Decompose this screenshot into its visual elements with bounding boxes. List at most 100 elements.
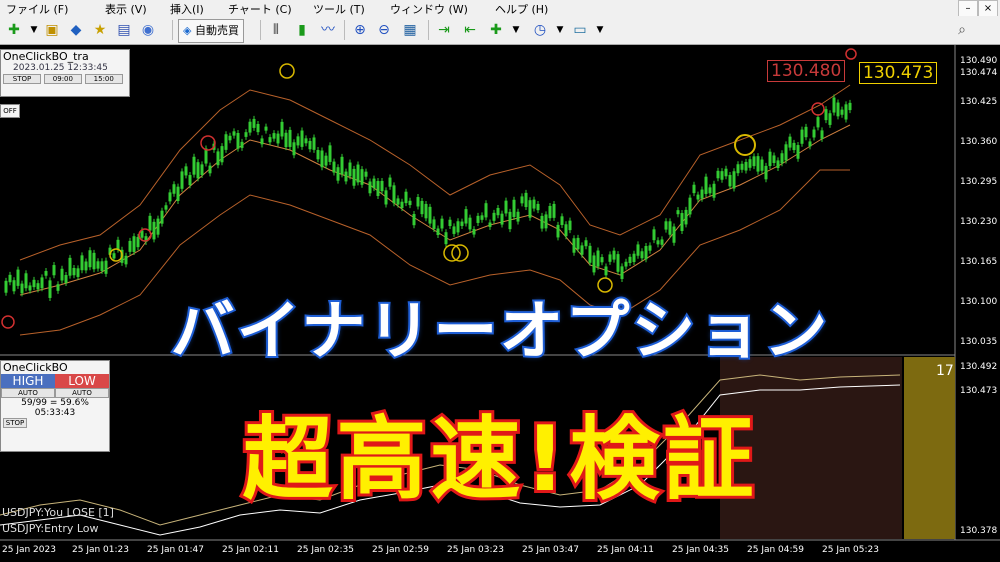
dropdown-arrow-icon[interactable]: ▼ xyxy=(506,20,526,40)
toolbar-separator xyxy=(260,20,261,40)
menu-view[interactable]: 表示 (V) xyxy=(105,1,147,17)
candle-body xyxy=(804,126,808,138)
candle-body xyxy=(436,228,440,236)
line-chart-icon[interactable]: 〰 xyxy=(318,20,338,40)
candle-body xyxy=(716,170,720,179)
menu-help[interactable]: ヘルプ (H) xyxy=(495,1,548,17)
menu-chart[interactable]: チャート (C) xyxy=(228,1,292,17)
candle-body xyxy=(624,261,628,267)
candle-body xyxy=(196,162,200,179)
indicators-icon[interactable]: ✚ xyxy=(486,20,506,40)
chart-shift-icon[interactable]: ⇤ xyxy=(460,20,480,40)
candle-body xyxy=(372,178,376,189)
candle-body xyxy=(832,97,836,113)
candle-body xyxy=(504,200,508,214)
candle-body xyxy=(576,237,580,250)
dropdown-arrow-icon[interactable]: ▼ xyxy=(590,20,610,40)
tile-windows-icon[interactable]: ▦ xyxy=(400,20,420,40)
candle-body xyxy=(536,203,540,211)
minimize-icon[interactable]: – xyxy=(958,0,978,17)
candle-body xyxy=(764,165,768,180)
autoscroll-icon[interactable]: ⇥ xyxy=(434,20,454,40)
menu-insert[interactable]: 挿入(I) xyxy=(170,1,204,17)
candle-body xyxy=(644,246,648,260)
candle-body xyxy=(416,197,420,207)
periods-clock-icon[interactable]: ◷ xyxy=(530,20,550,40)
candle-body xyxy=(44,271,48,276)
favorites-icon[interactable]: ★ xyxy=(90,20,110,40)
candle-body xyxy=(340,156,344,175)
candle-body xyxy=(296,136,300,146)
candle-body xyxy=(420,200,424,215)
candle-body xyxy=(692,184,696,194)
end-time-button[interactable]: 15:00 xyxy=(84,74,123,84)
candle-body xyxy=(348,162,352,177)
candle-body xyxy=(696,194,700,200)
candle-body xyxy=(232,131,236,136)
candle-body xyxy=(792,142,796,151)
strategy-tester-icon[interactable]: ◉ xyxy=(138,20,158,40)
candle-body xyxy=(76,268,80,277)
off-toggle[interactable]: OFF xyxy=(0,104,20,118)
candle-body xyxy=(104,260,108,274)
zoom-out-icon[interactable]: ⊖ xyxy=(374,20,394,40)
search-icon[interactable]: ⌕ xyxy=(952,20,972,40)
candle-body xyxy=(252,118,256,128)
candle-body xyxy=(400,201,404,209)
data-window-icon[interactable]: ▤ xyxy=(114,20,134,40)
candlestick-icon[interactable]: ▮ xyxy=(292,20,312,40)
price-label: 130.165 xyxy=(960,257,997,267)
candle-body xyxy=(480,215,484,220)
candle-body xyxy=(216,151,220,166)
candle-body xyxy=(396,198,400,205)
dropdown-arrow-icon[interactable]: ▼ xyxy=(24,20,44,40)
stop-button[interactable]: STOP xyxy=(3,74,41,84)
candle-body xyxy=(500,213,504,225)
candle-body xyxy=(272,133,276,139)
menu-file[interactable]: ファイル (F) xyxy=(6,1,68,17)
zoom-in-icon[interactable]: ⊕ xyxy=(350,20,370,40)
templates-icon[interactable]: ▭ xyxy=(570,20,590,40)
candle-body xyxy=(788,136,792,148)
market-watch-icon[interactable]: ◆ xyxy=(66,20,86,40)
dropdown-arrow-icon[interactable]: ▼ xyxy=(550,20,570,40)
candle-body xyxy=(112,253,116,259)
price-label: 130.425 xyxy=(960,97,997,107)
candle-body xyxy=(428,206,432,224)
candle-body xyxy=(84,261,88,271)
menu-window[interactable]: ウィンドウ (W) xyxy=(390,1,468,17)
candle-body xyxy=(496,207,500,216)
candle-body xyxy=(612,250,616,260)
candle-body xyxy=(756,156,760,172)
candle-body xyxy=(780,153,784,164)
candle-body xyxy=(276,133,280,144)
headline-ultra-fast-test: 超高速!検証 xyxy=(239,404,758,515)
candle-body xyxy=(812,129,816,138)
navigator-icon[interactable]: ▣ xyxy=(42,20,62,40)
candle-body xyxy=(492,212,496,221)
candle-body xyxy=(688,197,692,215)
candle-body xyxy=(748,159,752,168)
menu-tools[interactable]: ツール (T) xyxy=(313,1,365,17)
candle-body xyxy=(740,163,744,170)
candle-body xyxy=(512,199,516,218)
candle-body xyxy=(184,166,188,176)
candle-body xyxy=(516,211,520,222)
candle-body xyxy=(836,102,840,117)
candle-body xyxy=(540,215,544,229)
candle-body xyxy=(360,169,364,185)
candle-body xyxy=(820,130,824,139)
bar-chart-icon[interactable]: ⫴ xyxy=(266,20,286,40)
candle-body xyxy=(148,215,152,231)
oneclick-trade-panel: OneClickBO_tra 2023.01.25 12:33:45 STOP … xyxy=(0,49,130,97)
candle-body xyxy=(760,159,764,171)
new-order-icon[interactable]: ✚ xyxy=(4,20,24,40)
start-time-button[interactable]: 09:00 xyxy=(43,74,82,84)
candle-body xyxy=(424,203,428,219)
candle-body xyxy=(700,189,704,199)
autotrade-button[interactable]: ◈ 自動売買 xyxy=(178,19,244,43)
candle-body xyxy=(72,267,76,276)
close-icon[interactable]: × xyxy=(978,0,998,17)
time-label: 25 Jan 04:35 xyxy=(672,545,729,555)
candle-body xyxy=(484,203,488,218)
